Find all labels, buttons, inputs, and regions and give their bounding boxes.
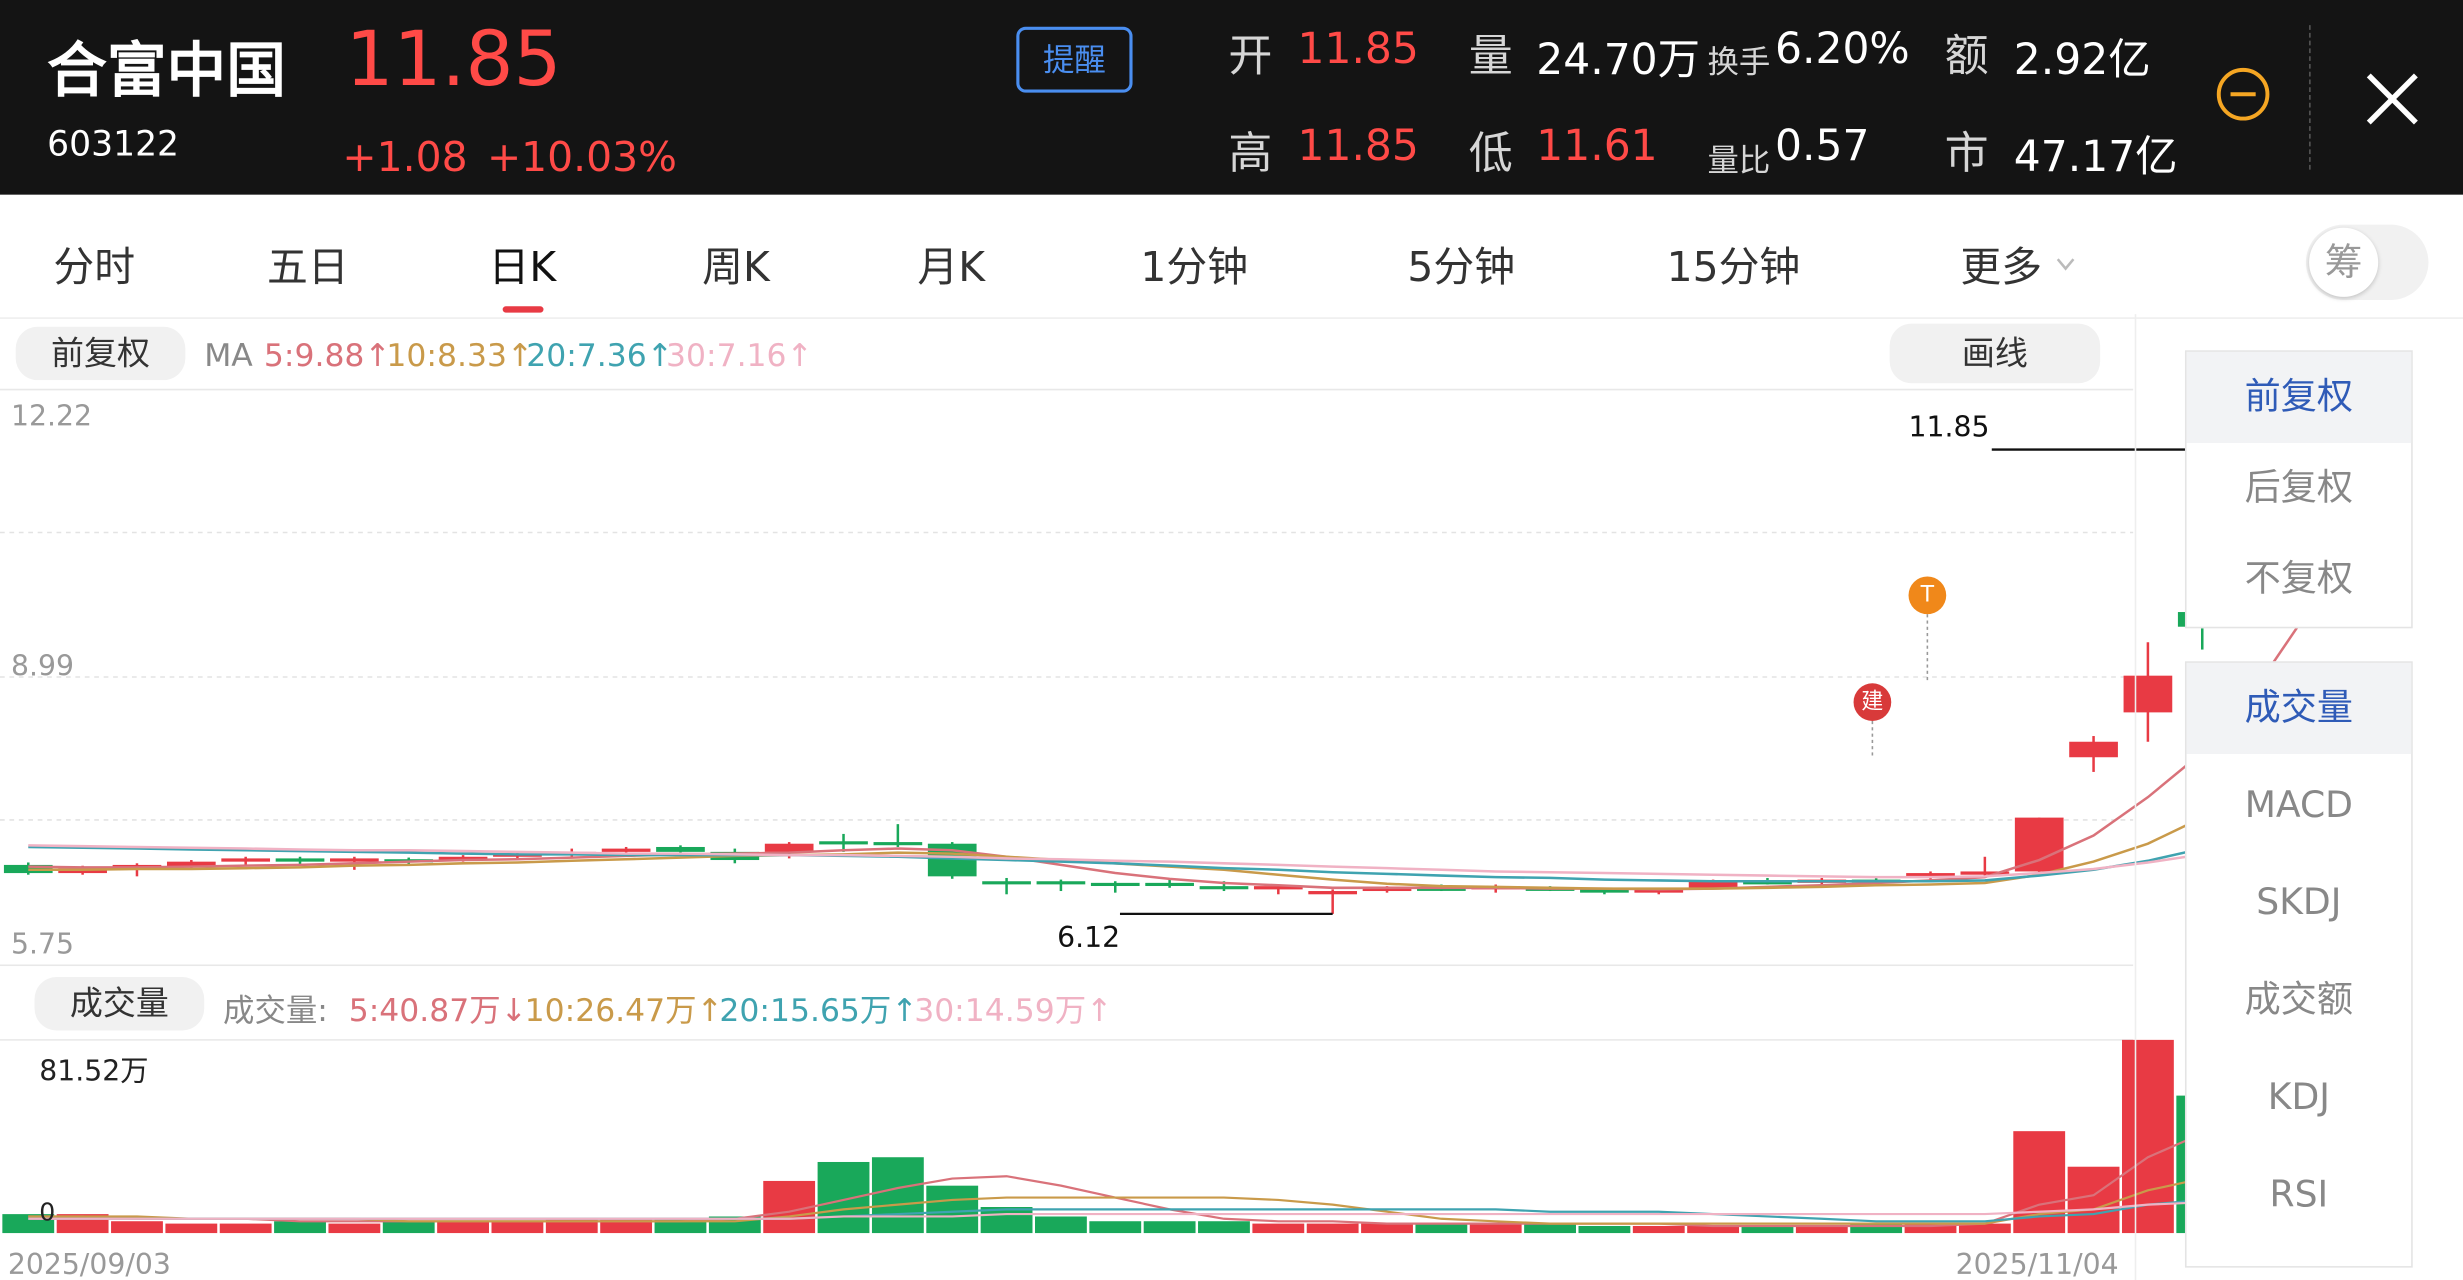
volume-bar-22 [1198,1221,1250,1234]
volume-bar-29 [1578,1225,1631,1234]
price-ma-line-ma20 [28,811,2312,883]
vol-ma10-value: 10:26.47万↑ [524,991,723,1029]
volume-ma-line-ma10 [28,1169,2311,1225]
adjust-option-none[interactable]: 不复权 [2187,534,2412,625]
kline-chart[interactable] [0,0,2463,1280]
indicator-macd[interactable]: MACD [2187,760,2412,851]
volume-chip[interactable]: 成交量 [34,977,205,1031]
adjust-options-panel: 前复权 后复权 不复权 [2184,350,2413,629]
candle-body-21 [1145,882,1194,887]
low-marker-label: 6.12 [1057,922,1121,956]
vol-ma20-value: 20:15.65万↑ [719,991,918,1029]
volume-bar-30 [1632,1225,1685,1234]
volume-bar-38 [2067,1166,2120,1234]
volume-bar-17 [926,1185,979,1234]
volume-bar-24 [1306,1223,1359,1234]
end-date: 2025/11/04 [1955,1248,2119,1280]
volume-bar-15 [817,1161,870,1234]
vol-ma30-value: 30:14.59万↑ [914,991,1113,1029]
high-marker-label: 11.85 [1908,411,1990,445]
start-date: 2025/09/03 [7,1248,171,1280]
vol-ma5-value: 5:40.87万↓ [348,991,527,1029]
build-position-badge[interactable]: 建 [1853,683,1892,721]
price-ma-line-ma5 [28,606,2313,891]
candle-body-18 [982,881,1031,885]
candle-body-20 [1090,882,1140,887]
volume-bar-9 [491,1221,544,1234]
volume-label: 成交量: [223,991,328,1029]
volume-bar-8 [437,1221,489,1234]
candle-body-5 [275,858,325,862]
candle-body-19 [1036,881,1086,885]
candle-body-16 [873,842,923,846]
y-tick-top: 12.22 [10,400,92,434]
volume-bar-2 [111,1221,163,1234]
t-trade-badge[interactable]: T [1908,576,1947,615]
candle-body-22 [1199,886,1249,890]
candle-body-4 [221,858,271,862]
adjust-option-backward[interactable]: 后复权 [2187,443,2412,534]
volume-bar-7 [382,1221,435,1234]
vol-ma30-text: 30:14.59万 [914,991,1087,1029]
candle-body-15 [819,841,868,845]
volume-divider [0,964,2134,967]
volume-bar-3 [165,1223,218,1234]
volume-bar-20 [1089,1221,1142,1234]
candle-body-39 [2123,675,2173,713]
volume-bar-28 [1524,1223,1576,1234]
indicator-kdj[interactable]: KDJ [2187,1052,2412,1143]
volume-bar-5 [274,1221,326,1234]
side-divider [2134,314,2137,1280]
volume-bar-19 [1035,1216,1087,1234]
candle-body-37 [2014,817,2064,872]
indicator-skdj[interactable]: SKDJ [2187,858,2412,949]
adjust-option-forward[interactable]: 前复权 [2186,351,2412,443]
vol-ma10-text: 10:26.47万 [524,991,697,1029]
candle-body-12 [656,846,705,852]
indicator-volume[interactable]: 成交量 [2186,662,2412,754]
volume-bar-6 [328,1223,381,1234]
candle-body-11 [601,848,651,852]
candle-body-24 [1308,891,1358,895]
volume-bar-4 [219,1223,272,1234]
indicator-amount[interactable]: 成交额 [2187,955,2412,1046]
volume-bar-23 [1252,1223,1305,1234]
volume-bar-26 [1415,1223,1468,1234]
candle-body-6 [330,858,379,862]
volume-bar-25 [1361,1223,1413,1234]
volume-ma-line-ma20 [28,1194,2311,1223]
vol-ma20-text: 20:15.65万 [719,991,892,1029]
volume-bar-16 [871,1157,924,1234]
volume-bar-21 [1143,1221,1196,1234]
y-tick-mid: 8.99 [10,650,74,684]
indicator-panel: 成交量 MACD SKDJ 成交额 KDJ RSI [2184,661,2413,1268]
vol-ma5-text: 5:40.87万 [348,991,501,1029]
volume-zero-label: 0 [39,1196,56,1227]
volume-max-label: 81.52万 [39,1055,149,1089]
candle-body-38 [2069,741,2118,758]
indicator-rsi[interactable]: RSI [2187,1150,2412,1241]
y-tick-bottom: 5.75 [10,928,74,962]
volume-bar-27 [1469,1223,1522,1234]
